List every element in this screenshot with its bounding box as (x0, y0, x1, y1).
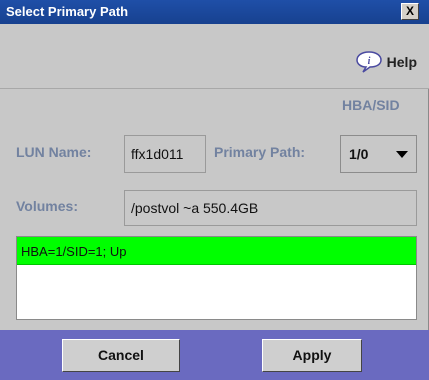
close-button[interactable]: X (401, 3, 419, 20)
help-bar: i Help (0, 24, 429, 88)
close-icon: X (405, 4, 414, 18)
help-button[interactable]: i Help (355, 50, 417, 74)
info-speech-bubble-icon: i (355, 51, 382, 73)
path-list[interactable]: HBA=1/SID=1; Up (16, 236, 417, 320)
list-item[interactable]: HBA=1/SID=1; Up (17, 237, 416, 265)
lun-name-field: ffx1d011 (124, 135, 206, 173)
primary-path-selected-value: 1/0 (349, 146, 369, 162)
window-title: Select Primary Path (6, 4, 129, 19)
list-item-label: HBA=1/SID=1; Up (21, 244, 127, 259)
divider (0, 88, 429, 89)
primary-path-label: Primary Path: (214, 144, 306, 160)
apply-button[interactable]: Apply (262, 339, 362, 372)
lun-name-label: LUN Name: (16, 144, 92, 160)
column-header-hba-sid: HBA/SID (342, 97, 400, 113)
dialog-window: Select Primary Path X i Help HBA/SID LUN… (0, 0, 429, 380)
volumes-field: /postvol ~a 550.4GB (124, 190, 417, 226)
title-bar[interactable]: Select Primary Path X (0, 0, 429, 24)
volumes-label: Volumes: (16, 198, 78, 214)
primary-path-select[interactable]: 1/0 (340, 135, 417, 173)
help-label: Help (386, 54, 417, 70)
button-bar: Cancel Apply (0, 330, 429, 380)
cancel-button[interactable]: Cancel (62, 339, 180, 372)
svg-text:i: i (367, 56, 370, 67)
chevron-down-icon (396, 151, 408, 158)
